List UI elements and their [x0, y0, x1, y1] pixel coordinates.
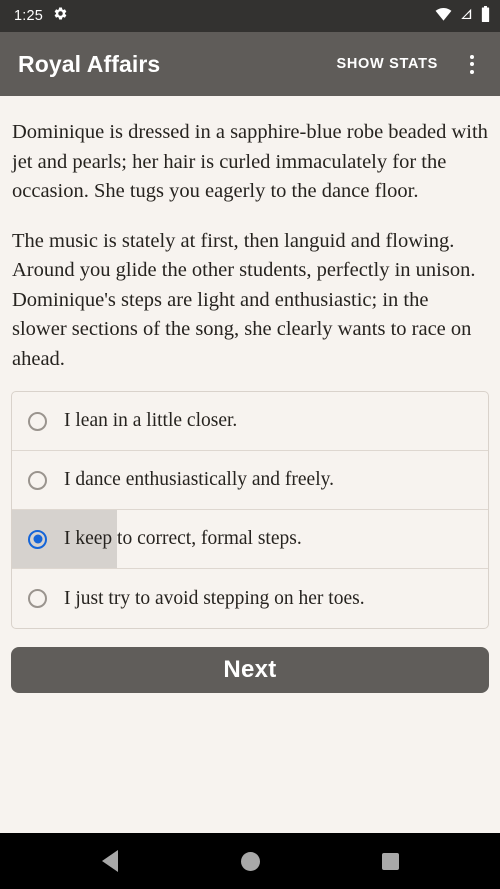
wifi-icon: [435, 7, 452, 26]
choice-list: I lean in a little closer. I dance enthu…: [11, 391, 489, 629]
radio-button-2[interactable]: [28, 470, 47, 490]
story-content: Dominique is dressed in a sapphire-blue …: [0, 96, 500, 833]
status-bar-left: 1:25: [14, 6, 68, 26]
choice-option-3-label: I keep to correct, formal steps.: [64, 528, 302, 549]
choice-option-2-label: I dance enthusiastically and freely.: [64, 469, 334, 490]
nav-home-button[interactable]: [226, 837, 274, 885]
radio-button-1[interactable]: [28, 411, 47, 431]
choice-option-1[interactable]: I lean in a little closer.: [12, 392, 488, 451]
status-bar-right: [435, 5, 490, 27]
cellular-signal-icon: [459, 7, 474, 26]
status-bar: 1:25: [0, 0, 500, 32]
battery-icon: [481, 5, 490, 27]
choice-option-4[interactable]: I just try to avoid stepping on her toes…: [12, 569, 488, 628]
story-paragraph-2: The music is stately at first, then lang…: [12, 229, 476, 370]
home-circle-icon: [240, 851, 260, 871]
app-bar: Royal Affairs SHOW STATS: [0, 32, 500, 96]
story-paragraph-1: Dominique is dressed in a sapphire-blue …: [12, 121, 488, 202]
app-bar-actions: SHOW STATS: [324, 42, 492, 86]
choice-option-3[interactable]: I keep to correct, formal steps.: [12, 510, 488, 569]
app-screen: 1:25 Royal Affairs SHOW STATS Dominique …: [0, 0, 500, 889]
choice-option-1-label: I lean in a little closer.: [64, 410, 238, 431]
nav-recents-button[interactable]: [366, 837, 414, 885]
android-nav-bar: [0, 833, 500, 889]
nav-back-button[interactable]: [86, 837, 134, 885]
choice-option-2[interactable]: I dance enthusiastically and freely.: [12, 451, 488, 510]
status-clock: 1:25: [14, 8, 44, 24]
recents-square-icon: [381, 852, 399, 870]
gear-icon: [53, 6, 68, 26]
back-triangle-icon: [102, 850, 118, 872]
page-title: Royal Affairs: [18, 50, 161, 77]
overflow-menu-icon[interactable]: [452, 42, 492, 86]
choice-option-4-label: I just try to avoid stepping on her toes…: [64, 587, 365, 609]
next-button[interactable]: Next: [11, 647, 489, 693]
show-stats-button[interactable]: SHOW STATS: [324, 46, 450, 82]
radio-button-4[interactable]: [28, 589, 47, 608]
radio-button-3[interactable]: [28, 529, 47, 549]
